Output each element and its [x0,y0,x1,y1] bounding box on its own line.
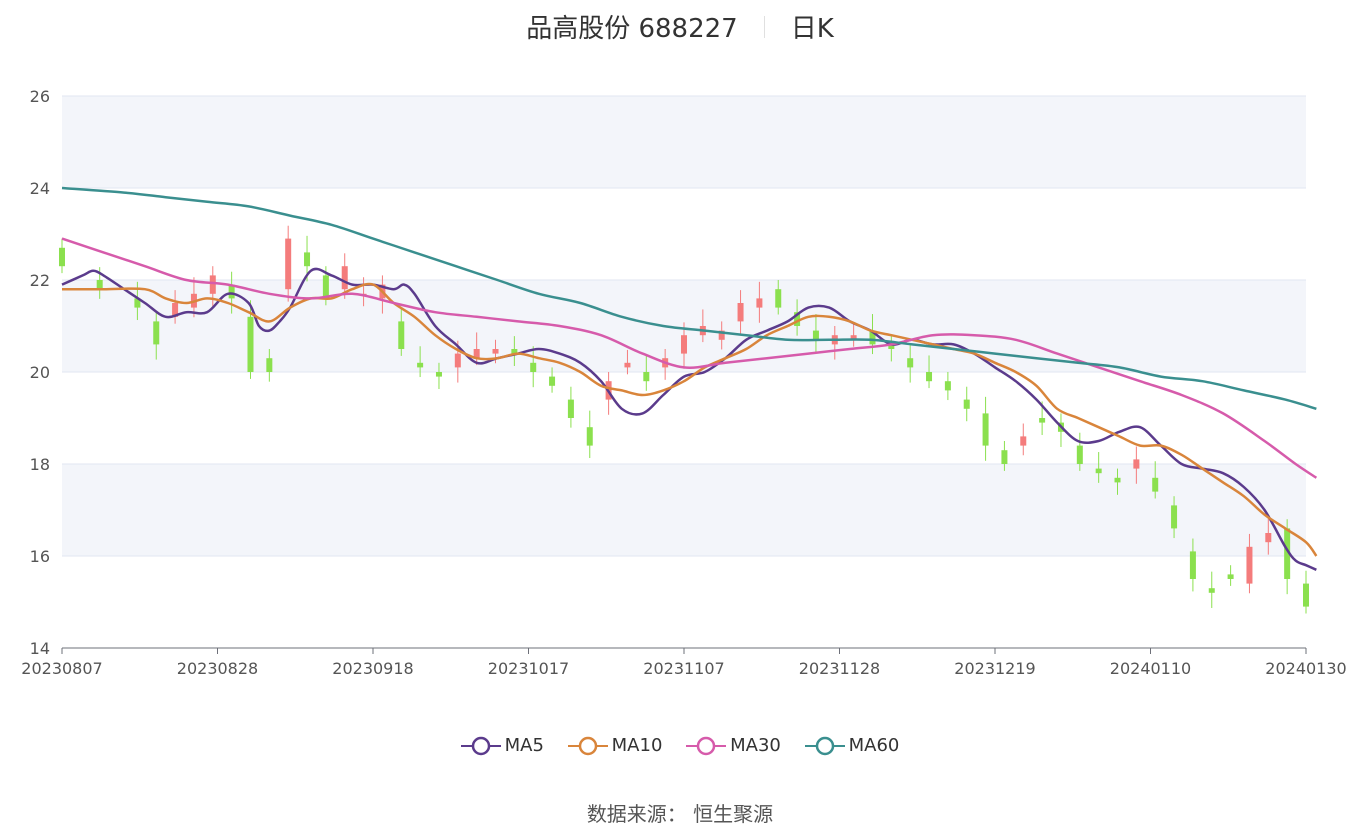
legend-item-ma60[interactable]: MA60 [804,734,900,756]
y-axis: 14 16 18 20 22 24 26 [30,87,50,658]
legend: MA5 MA10 MA30 MA60 [0,734,1360,756]
band-4 [62,188,1306,280]
legend-marker-ma5-icon [460,736,501,755]
y-tick-label: 18 [30,455,50,474]
data-source-label: 数据来源： [586,802,687,826]
x-tick-label: 20231128 [799,659,880,678]
candle-body [643,372,650,382]
candle-body [96,280,103,290]
legend-label-ma30: MA30 [730,734,781,756]
candle-body [812,330,819,340]
candle-body [435,372,442,377]
candle-body [304,252,311,267]
legend-label-ma60: MA60 [848,734,900,756]
legend-marker-ma60-icon [804,736,845,755]
data-source: 数据来源： 恒生聚源 [0,798,1360,827]
x-tick-label: 20240130 [1265,659,1346,678]
candle-body [1076,445,1083,464]
candle-body [907,358,914,368]
candle-body [1039,418,1046,423]
y-tick-label: 22 [30,271,50,290]
legend-label-ma5: MA5 [504,734,544,756]
band-5 [62,96,1306,188]
candle-body [1208,588,1215,593]
band-0 [62,556,1306,648]
candle-body [737,303,744,322]
candle-body [1265,533,1272,543]
candle-body [1303,583,1309,607]
band-2 [62,372,1306,464]
candle-body [285,238,292,290]
candle-body [530,362,537,372]
candle-body [1095,468,1102,474]
candle-body [567,399,574,418]
candle-body [1246,546,1253,584]
legend-label-ma10: MA10 [611,734,663,756]
candle-body [341,266,348,290]
x-tick-label: 20230828 [177,659,258,678]
candle-body [153,321,160,345]
y-tick-label: 24 [30,179,50,198]
data-source-value: 恒生聚源 [693,802,774,826]
candle-body [586,427,593,446]
y-tick-label: 20 [30,363,50,382]
candle-body [681,335,687,354]
candle-body [1152,477,1159,492]
candle-body [209,275,216,294]
candle-body [1133,459,1140,469]
x-axis: 20230807 20230828 20230918 20231017 20231107… [21,647,1347,678]
kline-chart: 14161820222426 20230807 20230828 20230918 2… [21,87,1347,678]
candle-body [624,362,631,368]
candle-body [926,372,933,382]
candle-body [417,362,424,368]
candle-body [1020,436,1027,446]
candle-body [322,275,329,299]
candle-body [982,413,989,446]
candle-body [398,321,405,349]
candle-body [59,247,65,267]
candle-body [944,381,951,391]
candle-body [1227,574,1234,579]
legend-item-ma5[interactable]: MA5 [460,734,544,756]
y-tick-label: 16 [30,547,50,566]
candle-body [266,358,273,372]
candle-body [756,298,763,308]
candle-body [549,376,556,386]
candle-body [775,289,782,308]
x-tick-label: 20230918 [332,659,413,678]
legend-marker-ma10-icon [567,736,608,755]
y-tick-label: 26 [30,87,50,106]
candle-body [1001,450,1008,464]
y-tick-label: 14 [30,639,50,658]
candle-body [492,349,499,354]
candle-body [247,316,254,372]
x-tick-label: 20231017 [488,659,569,678]
x-tick-label: 20231107 [643,659,724,678]
legend-item-ma10[interactable]: MA10 [567,734,663,756]
x-tick-label: 20230807 [21,659,102,678]
candle-body [1189,551,1196,579]
legend-marker-ma30-icon [686,736,727,755]
legend-item-ma30[interactable]: MA30 [686,735,781,756]
candle-body [454,353,461,368]
x-tick-label: 20231219 [954,659,1035,678]
candle-body [1114,477,1121,483]
candle-body [963,399,970,409]
x-tick-label: 20240110 [1110,659,1191,678]
candle-body [1171,505,1178,529]
